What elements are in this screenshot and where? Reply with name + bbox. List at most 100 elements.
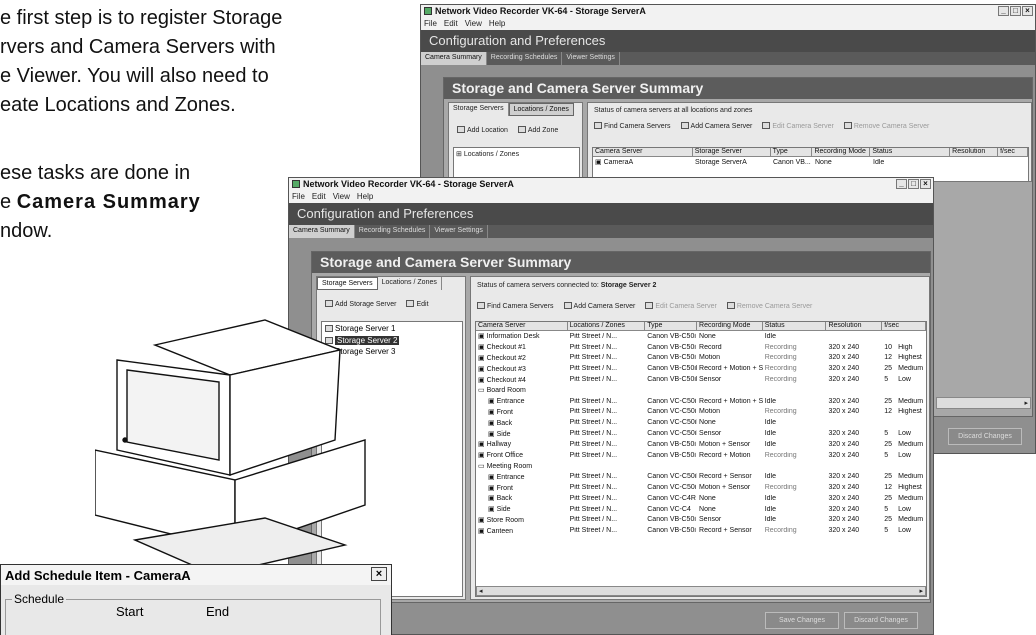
tab-locations-zones[interactable]: Locations / Zones bbox=[508, 103, 574, 116]
cell: 320 x 240 bbox=[828, 516, 860, 524]
minimize-icon[interactable]: _ bbox=[998, 6, 1009, 16]
find-icon bbox=[477, 302, 485, 309]
table-row[interactable]: ▣ Side Pitt Street / N... Canon VC-C50iR Se… bbox=[476, 428, 926, 439]
tab-camera-summary[interactable]: Camera Summary bbox=[289, 225, 355, 238]
col-header[interactable]: Resolution bbox=[826, 322, 883, 330]
table-row[interactable]: ▣ Entrance Pitt Street / N... Canon VC-C50… bbox=[476, 471, 926, 482]
close-icon[interactable]: × bbox=[1022, 6, 1033, 16]
remove-camera-server-button[interactable]: Remove Camera Server bbox=[726, 302, 812, 310]
menu-view[interactable]: View bbox=[333, 192, 350, 201]
tab-recording-schedules[interactable]: Recording Schedules bbox=[355, 225, 431, 238]
cell: 320 x 240 bbox=[828, 473, 860, 481]
cell-text: Front bbox=[496, 408, 513, 416]
add-camera-server-button[interactable]: Add Camera Server bbox=[680, 122, 752, 130]
menu-edit[interactable]: Edit bbox=[312, 192, 326, 201]
edit-camera-server-button[interactable]: Edit Camera Server bbox=[762, 122, 834, 130]
front-header: Configuration and Preferences bbox=[289, 203, 933, 225]
scroll-right-icon[interactable]: ▸ bbox=[1024, 399, 1028, 407]
col-header[interactable]: Locations / Zones bbox=[568, 322, 646, 330]
table-row[interactable]: ▣ Side Pitt Street / N... Canon VC-C4 None I… bbox=[476, 504, 926, 515]
tab-locations-zones[interactable]: Locations / Zones bbox=[378, 277, 442, 290]
table-row[interactable]: ▣ Front Pitt Street / N... Canon VC-C50i Mo… bbox=[476, 407, 926, 418]
table-row[interactable]: ▣ Checkout #2 Pitt Street / N... Canon VB-… bbox=[476, 353, 926, 364]
cell: Canon VC-C4 bbox=[647, 505, 691, 513]
cell: 320 x 240 bbox=[828, 440, 860, 448]
add-location-button[interactable]: Add Location bbox=[457, 126, 508, 134]
save-changes-button[interactable]: Save Changes bbox=[765, 612, 839, 629]
remove-camera-server-button[interactable]: Remove Camera Server bbox=[843, 122, 929, 130]
tab-viewer-settings[interactable]: Viewer Settings bbox=[562, 52, 620, 65]
table-row[interactable]: ▣ Back Pitt Street / N... Canon VC-C4R None… bbox=[476, 493, 926, 504]
col-header[interactable]: Recording Mode bbox=[812, 148, 871, 156]
close-icon[interactable]: × bbox=[920, 179, 931, 189]
tab-camera-summary[interactable]: Camera Summary bbox=[421, 52, 487, 65]
table-row[interactable]: ▣ Checkout #3 Pitt Street / N... Canon VB-… bbox=[476, 363, 926, 374]
find-camera-servers-button[interactable]: Find Camera Servers bbox=[477, 302, 554, 310]
col-header[interactable]: f/sec bbox=[882, 322, 926, 330]
menu-view[interactable]: View bbox=[465, 19, 482, 28]
intro-line: ndow. bbox=[0, 220, 53, 242]
cell: 320 x 240 bbox=[828, 451, 860, 459]
col-header[interactable]: Storage Server bbox=[693, 148, 771, 156]
find-camera-servers-button[interactable]: Find Camera Servers bbox=[594, 122, 671, 130]
menu-edit[interactable]: Edit bbox=[444, 19, 458, 28]
cell: Record bbox=[699, 343, 722, 351]
tab-recording-schedules[interactable]: Recording Schedules bbox=[487, 52, 563, 65]
remove-icon bbox=[726, 302, 735, 309]
maximize-icon[interactable]: □ bbox=[908, 179, 919, 189]
table-row[interactable]: ▣ Entrance Pitt Street / N... Canon VC-C50… bbox=[476, 396, 926, 407]
edit-camera-server-button[interactable]: Edit Camera Server bbox=[645, 302, 717, 310]
col-header[interactable]: Camera Server bbox=[476, 322, 568, 330]
add-zone-button[interactable]: Add Zone bbox=[517, 126, 558, 134]
col-header[interactable]: Type bbox=[645, 322, 698, 330]
schedule-legend: Schedule bbox=[12, 592, 67, 606]
menu-help[interactable]: Help bbox=[489, 19, 505, 28]
col-header[interactable]: Recording Mode bbox=[697, 322, 763, 330]
col-header[interactable]: f/sec bbox=[998, 148, 1028, 156]
menu-file[interactable]: File bbox=[292, 192, 305, 201]
menu-help[interactable]: Help bbox=[357, 192, 373, 201]
table-row[interactable]: ▣ Checkout #4 Pitt Street / N... Canon VB-… bbox=[476, 374, 926, 385]
close-icon[interactable]: × bbox=[371, 567, 387, 581]
table-row[interactable]: ▣ Canteen Pitt Street / N... Canon VB-C50i… bbox=[476, 525, 926, 536]
cell: Idle bbox=[764, 473, 777, 481]
table-row[interactable]: ▭ Board Room bbox=[476, 385, 926, 396]
tab-viewer-settings[interactable]: Viewer Settings bbox=[430, 225, 488, 238]
cell: Low bbox=[898, 527, 911, 535]
cell: Pitt Street / N... bbox=[569, 430, 618, 438]
table-row[interactable]: ▣ Information Desk Pitt Street / N... Cano… bbox=[476, 331, 926, 342]
col-header[interactable]: Status bbox=[870, 148, 951, 156]
table-row[interactable]: ▣ CameraA Storage ServerA Canon VB... None I… bbox=[593, 157, 1028, 168]
cell: 320 x 240 bbox=[828, 494, 860, 502]
back-discard-button[interactable]: Discard Changes bbox=[948, 428, 1022, 445]
col-header[interactable]: Resolution bbox=[950, 148, 999, 156]
scroll-left-icon[interactable]: ◂ bbox=[479, 587, 483, 595]
col-header[interactable]: Camera Server bbox=[593, 148, 693, 156]
discard-changes-button[interactable]: Discard Changes bbox=[844, 612, 918, 629]
minimize-icon[interactable]: _ bbox=[896, 179, 907, 189]
tab-storage-servers[interactable]: Storage Servers bbox=[449, 103, 509, 116]
edit-button[interactable]: Edit bbox=[406, 300, 429, 308]
col-header[interactable]: Type bbox=[771, 148, 813, 156]
add-camera-server-button[interactable]: Add Camera Server bbox=[563, 302, 635, 310]
table-row[interactable]: ▣ Store Room Pitt Street / N... Canon VB-C… bbox=[476, 515, 926, 526]
table-row[interactable]: ▣ Checkout #1 Pitt Street / N... Canon VB-… bbox=[476, 342, 926, 353]
table-row[interactable]: ▭ Meeting Room bbox=[476, 461, 926, 472]
table-row[interactable]: ▣ Front Pitt Street / N... Canon VC-C50i Mo… bbox=[476, 482, 926, 493]
table-row[interactable]: ▣ Hallway Pitt Street / N... Canon VB-C50i… bbox=[476, 439, 926, 450]
table-row[interactable]: ▣ Front Office Pitt Street / N... Canon VB… bbox=[476, 450, 926, 461]
scroll-right-icon[interactable]: ▸ bbox=[919, 587, 923, 595]
tab-storage-servers[interactable]: Storage Servers bbox=[317, 277, 378, 290]
col-header[interactable]: Status bbox=[763, 322, 827, 330]
cell-text: Store Room bbox=[486, 516, 524, 524]
maximize-icon[interactable]: □ bbox=[1010, 6, 1021, 16]
cell: 12 bbox=[884, 354, 892, 362]
table-row[interactable]: ▣ Back Pitt Street / N... Canon VC-C50iR No… bbox=[476, 417, 926, 428]
back-hscrollbar[interactable]: ▸ bbox=[936, 397, 1031, 409]
menu-file[interactable]: File bbox=[424, 19, 437, 28]
cell: Idle bbox=[764, 505, 777, 513]
cell: Pitt Street / N... bbox=[569, 516, 618, 524]
front-hscrollbar[interactable]: ◂ ▸ bbox=[476, 586, 926, 596]
cell: 25 bbox=[884, 440, 892, 448]
tree-item[interactable]: ⊞ Locations / Zones bbox=[454, 148, 579, 160]
